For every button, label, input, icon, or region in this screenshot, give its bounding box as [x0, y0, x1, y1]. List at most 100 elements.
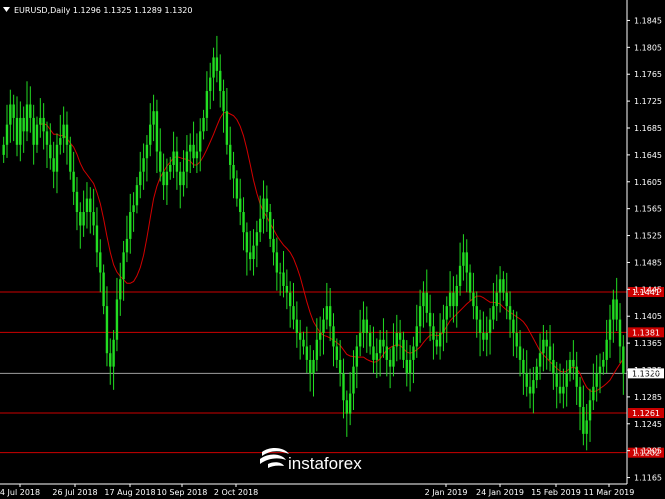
candle-body: [159, 151, 162, 172]
price-tick-label: 1.1165: [634, 474, 662, 483]
candle-body: [602, 359, 605, 367]
price-tick-label: 1.1685: [634, 124, 662, 133]
price-tick-label: 1.1565: [634, 205, 662, 214]
candle-body: [432, 326, 435, 340]
candle-body: [368, 333, 372, 347]
price-tick-label: 1.1605: [634, 178, 662, 187]
level-label: 1.1261: [632, 409, 660, 418]
candle-body: [298, 333, 302, 340]
candle-body: [39, 117, 42, 125]
candle-body: [102, 272, 105, 307]
candle-body: [75, 191, 79, 213]
candle-body: [335, 346, 339, 360]
candle-body: [568, 359, 572, 374]
candle-body: [392, 346, 395, 367]
candle-body: [612, 299, 615, 320]
candle-body: [192, 144, 195, 159]
price-tick-label: 1.1325: [634, 366, 662, 375]
candle-body: [378, 339, 382, 354]
candle-body: [129, 212, 132, 239]
candle-body: [358, 333, 362, 347]
candle-body: [122, 252, 125, 280]
candle-body: [135, 185, 139, 206]
candle-body: [405, 359, 408, 374]
candle-body: [382, 339, 385, 347]
time-tick-label: 10 Sep 2018: [157, 488, 208, 497]
candle-body: [472, 292, 475, 307]
candle-body: [502, 279, 505, 293]
candle-body: [508, 306, 512, 320]
time-tick-label: 15 Feb 2019: [531, 488, 581, 497]
price-chart[interactable]: 1.14411.13811.12611.12021.1320 1.18451.1…: [0, 0, 665, 499]
candle-body: [245, 232, 249, 253]
candle-body: [558, 386, 562, 394]
time-tick-label: 2 Oct 2018: [214, 488, 258, 497]
candle-body: [585, 420, 588, 434]
candle-body: [345, 400, 349, 414]
price-tick-label: 1.1845: [634, 16, 662, 25]
symbol-header[interactable]: EURUSD,Daily 1.1296 1.1325 1.1289 1.1320: [3, 6, 193, 15]
candle-body: [262, 198, 265, 219]
candle-body: [485, 333, 488, 340]
candle-body: [179, 171, 182, 186]
candle-body: [375, 353, 378, 360]
candle-body: [608, 319, 612, 340]
candle-body: [418, 306, 422, 327]
candle-body: [79, 212, 82, 226]
candle-body: [355, 346, 359, 367]
candle-body: [385, 346, 388, 360]
candle-body: [595, 373, 598, 387]
candle-body: [89, 198, 92, 213]
time-tick-label: 26 Jul 2018: [52, 488, 97, 497]
price-tick-label: 1.1405: [634, 312, 662, 321]
candle-body: [92, 212, 95, 226]
candle-body: [468, 272, 472, 293]
candle-body: [552, 359, 555, 374]
candle-body: [442, 319, 445, 334]
candle-body: [535, 366, 538, 381]
candle-body: [12, 104, 15, 118]
candle-body: [65, 124, 69, 145]
candle-body: [572, 359, 575, 367]
candle-body: [482, 333, 485, 340]
candle-body: [302, 339, 305, 347]
candle-body: [249, 252, 252, 260]
candle-body: [29, 104, 32, 118]
candle-body: [582, 406, 585, 434]
candle-body: [408, 359, 412, 374]
candle-body: [488, 319, 492, 334]
candle-body: [325, 306, 329, 320]
price-tick-label: 1.1765: [634, 70, 662, 79]
candle-body: [268, 212, 272, 239]
candle-body: [25, 104, 29, 132]
candle-body: [199, 131, 202, 152]
candle-body: [165, 171, 169, 186]
candle-body: [235, 178, 239, 199]
candle-body: [305, 346, 309, 360]
candle-body: [528, 386, 532, 394]
candle-body: [592, 386, 595, 401]
candle-body: [49, 144, 52, 159]
candle-body: [112, 339, 115, 367]
candle-body: [522, 359, 525, 374]
chart-background: [0, 0, 665, 499]
candle-body: [362, 319, 365, 334]
candle-body: [195, 151, 199, 159]
candle-body: [532, 380, 535, 394]
candle-body: [142, 158, 145, 172]
candle-body: [578, 386, 582, 407]
candle-body: [598, 366, 602, 374]
price-tick-label: 1.1365: [634, 339, 662, 348]
candle-body: [498, 279, 502, 293]
time-tick-label: 17 Aug 2018: [104, 488, 155, 497]
candle-body: [295, 319, 299, 334]
candle-body: [149, 124, 152, 145]
candle-body: [308, 359, 312, 374]
time-tick-label: 24 Jan 2019: [476, 488, 524, 497]
candle-body: [175, 151, 179, 172]
candle-body: [232, 164, 235, 179]
candle-body: [455, 285, 458, 307]
candle-body: [518, 346, 522, 360]
candle-body: [388, 359, 392, 367]
candle-body: [145, 144, 149, 159]
